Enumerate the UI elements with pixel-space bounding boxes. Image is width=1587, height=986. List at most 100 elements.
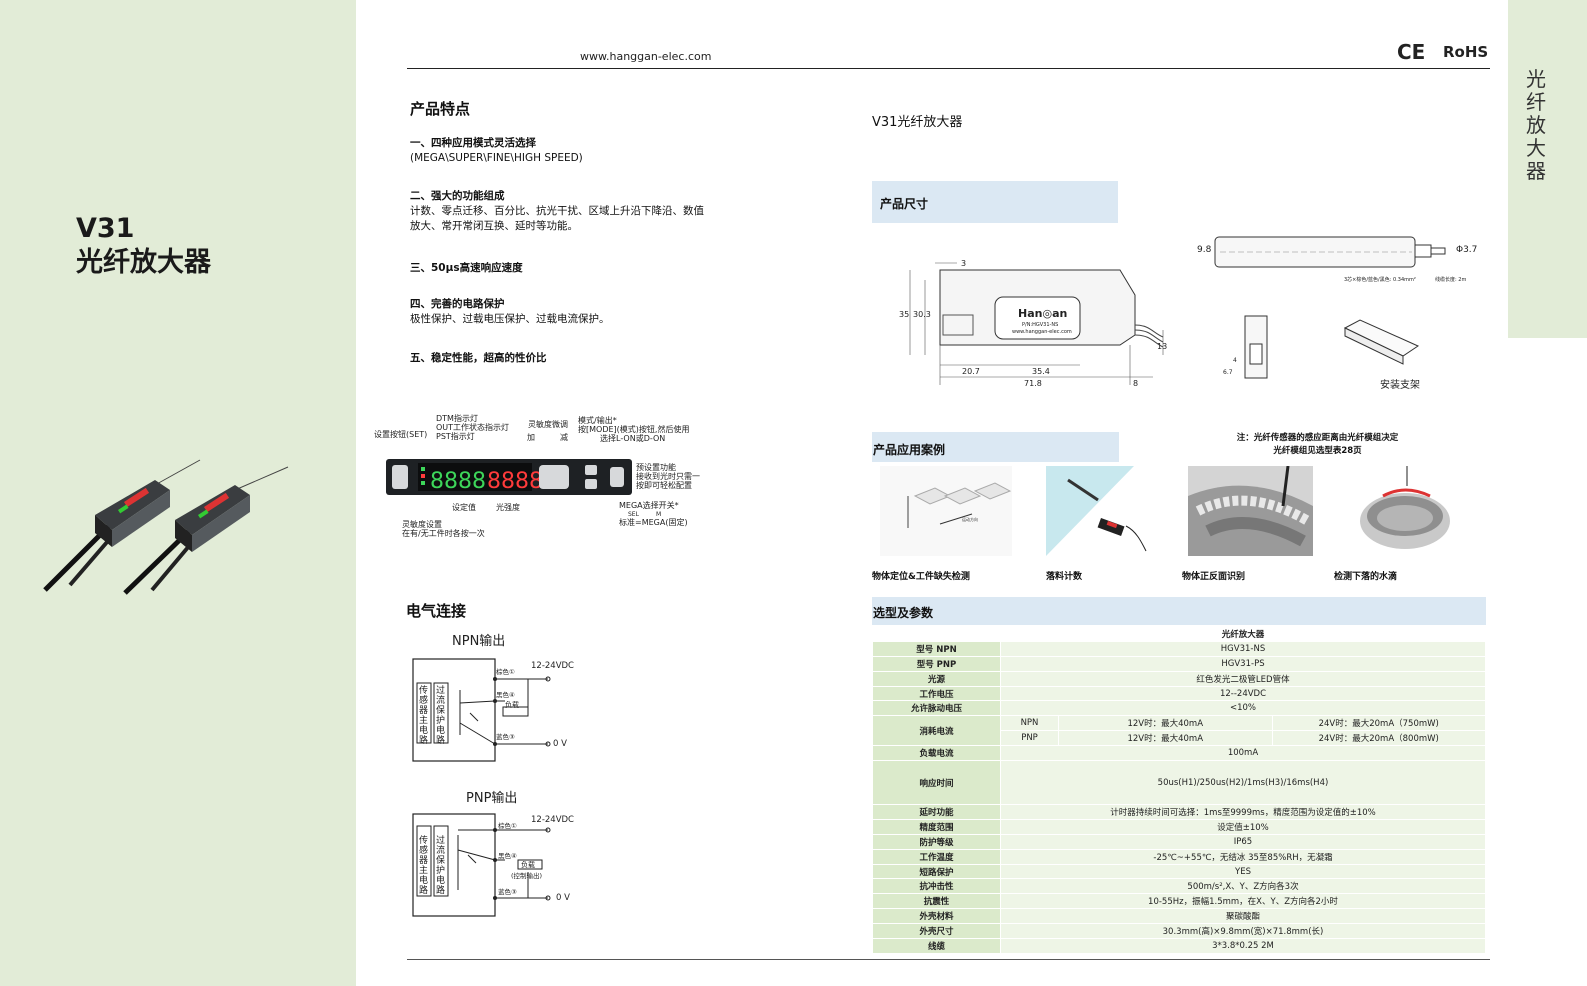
header-divider (407, 68, 1490, 69)
table-row: 外壳材料 聚碳酸酯 (872, 908, 1486, 925)
table-row: 短路保护 YES (872, 863, 1486, 880)
table-row: 线缆 3*3.8*0.25 2M (872, 938, 1486, 954)
npn-voltage: 12-24VDC (531, 661, 574, 671)
side-dim-4: 4 (1233, 357, 1237, 364)
sensitivity-dial[interactable] (539, 465, 569, 489)
npn-black: 黑色④ (496, 691, 515, 699)
label-mode-desc: 按[MODE](模式)按钮,然后使用 (578, 425, 690, 434)
label-mode-select: 选择L-ON或D-ON (600, 434, 666, 443)
bracket-drawing (1343, 319, 1420, 365)
table-row: 光纤放大器 (872, 626, 1486, 642)
table-row: 延时功能 计时器持续时间可选择：1ms至9999ms，精度范围为设定值的±10% (872, 804, 1486, 820)
mode-button[interactable] (585, 465, 597, 475)
pnp-black: 黑色④ (498, 852, 517, 860)
cable-drawing (1214, 236, 1446, 268)
label-dtm: DTM指示灯 (436, 414, 478, 423)
cases-title: 产品应用案例 (873, 443, 946, 457)
pnp-voltage: 12-24VDC (531, 815, 574, 825)
selection-title: 选型及参数 (873, 606, 934, 620)
label-setvalue: 设定值 (452, 503, 476, 512)
side-dim-6-7: 6.7 (1223, 369, 1233, 376)
npn-main-circuit: 传感器主电路 (419, 686, 429, 746)
feature-item: 一、四种应用模式灵活选择 (MEGA\SUPER\FINE\HIGH SPEED… (410, 137, 583, 164)
case-caption-counting: 落料计数 (1046, 572, 1083, 582)
feature-item: 五、稳定性能，超高的性价比 (410, 352, 547, 364)
case-photo-counting (1046, 466, 1148, 556)
cable-dim-phi: Φ3.7 (1456, 245, 1478, 255)
led-digits-setvalue: 8888 (430, 469, 486, 494)
table-row: 防护等级 IP65 (872, 833, 1486, 850)
label-preset-desc2: 按即可轻松配置 (636, 481, 692, 490)
label-light-intensity: 光强度 (496, 503, 520, 512)
pnp-control-output: (控制输出) (511, 872, 543, 880)
side-tab-label: 光纤放大器 (1526, 67, 1546, 183)
pnp-brown: 棕色① (498, 822, 517, 830)
footer-divider (407, 959, 1490, 960)
case-caption-orientation: 物体正反面识别 (1182, 572, 1246, 582)
table-row: 响应时间 50us(H1)/250us(H2)/1ms(H3)/16ms(H4) (872, 760, 1486, 806)
label-out: OUT工作状态指示灯 (436, 423, 510, 432)
side-view-drawing (1244, 315, 1268, 379)
dim-30-3: 30.3 (913, 310, 931, 319)
preset-button[interactable] (610, 467, 624, 487)
npn-load: 负载 (505, 701, 519, 709)
label-mega: MEGA选择开关* (619, 501, 679, 510)
mega-switch[interactable] (585, 479, 597, 489)
v31-title: V31光纤放大器 (872, 115, 963, 130)
npn-zero-volt: 0 V (553, 739, 567, 749)
product-photo (43, 459, 289, 595)
feature-item: 三、50μs高速响应速度 (410, 262, 523, 274)
table-row: 允许脉动电压 <10% (872, 700, 1486, 717)
features-title: 产品特点 (410, 100, 471, 118)
product-title: V31 光纤放大器 (76, 212, 211, 280)
spec-table: 光纤放大器 型号 NPN HGV31-NS 型号 PNP HGV31-PS 光源 红色… (872, 626, 1486, 954)
pnp-load: 负载 (521, 861, 535, 869)
npn-title: NPN输出 (452, 634, 506, 649)
table-row: 工作温度 -25℃~+55℃，无结冰 35至85%RH，无凝霜 (872, 848, 1486, 865)
dim-71-8: 71.8 (1024, 379, 1042, 388)
label-preset-desc: 接收到光时只需一 (636, 472, 700, 481)
website-url[interactable]: www.hanggan-elec.com (580, 50, 711, 63)
label-sensitivity: 灵敏度微调 (528, 420, 568, 429)
table-row: 型号 NPN HGV31-NS (872, 640, 1486, 657)
label-sensitivity-setting-desc: 在有/无工件时各按一次 (402, 529, 485, 538)
pnp-blue: 蓝色③ (498, 888, 517, 896)
label-mega-std: 标准=MEGA(固定) (619, 518, 688, 527)
table-header: 光纤放大器 (1000, 626, 1486, 642)
table-row: 消耗电流 NPN 12V时：最大40mA 24V时：最大20mA（750mW) (872, 715, 1486, 747)
dim-13: 13 (1157, 342, 1168, 351)
cable-note-cores: 3芯×棕色/蓝色/黑色: 0.34mm² (1344, 277, 1416, 283)
cable-note-length: 线缆长度: 2m (1435, 277, 1467, 283)
drawing-web: www.hanggan-elec.com (1012, 329, 1072, 335)
case-photo-orientation (1188, 466, 1313, 556)
dim-8: 8 (1133, 379, 1139, 388)
electrical-title: 电气连接 (406, 602, 467, 620)
led-digits-light: 8888 (487, 469, 543, 494)
table-row: 抗震性 10-55Hz，振幅1.5mm，在X、Y、Z方向各2小时 (872, 893, 1486, 910)
feature-item: 二、强大的功能组成 计数、零点迁移、百分比、抗光干扰、区域上升沿下降沿、数值 放… (410, 190, 704, 232)
ce-mark: CE (1397, 40, 1426, 64)
pnp-title: PNP输出 (466, 791, 518, 806)
label-mode: 模式/输出* (578, 416, 617, 425)
feature-item: 四、完善的电路保护 极性保护、过载电压保护、过载电流保护。 (410, 298, 610, 325)
product-name: 光纤放大器 (76, 247, 211, 278)
set-button[interactable] (392, 465, 408, 489)
bracket-label: 安装支架 (1380, 380, 1420, 391)
label-minus: 减 (560, 433, 568, 442)
case-caption-droplet: 检测下落的水滴 (1334, 572, 1398, 582)
dim-3: 3 (961, 259, 967, 268)
cable-dim-9-8: 9.8 (1197, 245, 1212, 255)
label-pst: PST指示灯 (436, 432, 475, 441)
case-photo-positioning: 运动方向 (880, 466, 1012, 556)
table-row: 负载电流 100mA (872, 745, 1486, 762)
dim-20-7: 20.7 (962, 367, 980, 376)
drawing-brand: Han◎an (1018, 307, 1068, 320)
amplifier-panel-diagram: 8888 8888 (386, 459, 632, 495)
case-caption-positioning: 物体定位&工件缺失检测 (872, 572, 970, 582)
npn-blue: 蓝色③ (496, 733, 515, 741)
npn-brown: 棕色① (496, 668, 515, 676)
pnp-main-circuit: 传感器主电路 (419, 836, 429, 896)
table-row: 外壳尺寸 30.3mm(高)×9.8mm(宽)×71.8mm(长) (872, 923, 1486, 940)
dim-35-4: 35.4 (1032, 367, 1050, 376)
table-row: 光源 红色发光二极管LED管体 (872, 670, 1486, 687)
